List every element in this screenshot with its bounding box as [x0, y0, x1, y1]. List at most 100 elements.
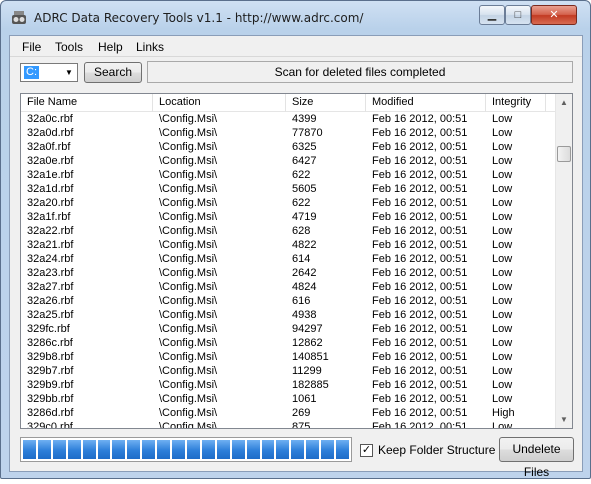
search-button[interactable]: Search: [84, 62, 142, 83]
table-row[interactable]: 32a23.rbf \Config.Msi\ 2642 Feb 16 2012, 00…: [21, 266, 556, 280]
column-header-file-name[interactable]: File Name: [21, 94, 153, 112]
column-header-location[interactable]: Location: [153, 94, 286, 112]
location-cell: \Config.Msi\: [159, 183, 218, 195]
file-name-cell: 32a26.rbf: [27, 295, 74, 307]
undelete-button[interactable]: Undelete Files: [499, 437, 574, 479]
menu-tools[interactable]: Tools: [55, 40, 83, 54]
progress-segment: [37, 440, 51, 459]
size-cell: 269: [292, 407, 311, 419]
modified-cell: Feb 16 2012, 00:51: [372, 113, 468, 125]
menu-links[interactable]: Links: [136, 40, 164, 54]
menu-bar: File Tools Help Links: [10, 36, 582, 56]
progress-fill: [23, 440, 349, 459]
drive-select[interactable]: C: ▼: [20, 63, 78, 82]
integrity-cell: Low: [492, 127, 513, 139]
size-cell: 4824: [292, 281, 317, 293]
progress-segment: [201, 440, 215, 459]
title-bar[interactable]: ADRC Data Recovery Tools v1.1 - http://w…: [1, 1, 590, 35]
table-row[interactable]: 32a21.rbf \Config.Msi\ 4822 Feb 16 2012, 00…: [21, 238, 556, 252]
integrity-cell: Low: [492, 239, 513, 251]
maximize-button[interactable]: □: [505, 5, 531, 25]
column-header-integrity[interactable]: Integrity: [486, 94, 546, 112]
close-button[interactable]: ✕: [531, 5, 577, 25]
vertical-scrollbar[interactable]: ▲ ▼: [555, 94, 572, 428]
menu-help[interactable]: Help: [98, 40, 123, 54]
table-row[interactable]: 32a1f.rbf \Config.Msi\ 4719 Feb 16 2012, 00…: [21, 210, 556, 224]
progress-segment: [261, 440, 275, 459]
table-row[interactable]: 32a0c.rbf \Config.Msi\ 4399 Feb 16 2012, 00…: [21, 112, 556, 126]
modified-cell: Feb 16 2012, 00:51: [372, 309, 468, 321]
scroll-thumb[interactable]: [557, 146, 571, 162]
integrity-cell: Low: [492, 183, 513, 195]
modified-cell: Feb 16 2012, 00:51: [372, 211, 468, 223]
file-name-cell: 32a20.rbf: [27, 197, 74, 209]
integrity-cell: Low: [492, 337, 513, 349]
table-row[interactable]: 329b9.rbf \Config.Msi\ 182885 Feb 16 2012, …: [21, 378, 556, 392]
table-row[interactable]: 32a0f.rbf \Config.Msi\ 6325 Feb 16 2012, 00…: [21, 140, 556, 154]
file-name-cell: 32a23.rbf: [27, 267, 74, 279]
keep-folder-checkbox[interactable]: ✓: [360, 444, 373, 457]
file-list[interactable]: File Name Location Size Modified Integri…: [20, 93, 573, 429]
table-row[interactable]: 329fc.rbf \Config.Msi\ 94297 Feb 16 2012, 0…: [21, 322, 556, 336]
keep-folder-label[interactable]: Keep Folder Structure: [378, 443, 495, 457]
table-row[interactable]: 32a0d.rbf \Config.Msi\ 77870 Feb 16 2012, 0…: [21, 126, 556, 140]
table-row[interactable]: 329bb.rbf \Config.Msi\ 1061 Feb 16 2012, 00…: [21, 392, 556, 406]
integrity-cell: Low: [492, 295, 513, 307]
table-row[interactable]: 329b8.rbf \Config.Msi\ 140851 Feb 16 2012, …: [21, 350, 556, 364]
table-row[interactable]: 32a1d.rbf \Config.Msi\ 5605 Feb 16 2012, 00…: [21, 182, 556, 196]
table-row[interactable]: 32a25.rbf \Config.Msi\ 4938 Feb 16 2012, 00…: [21, 308, 556, 322]
list-rows: 32a0c.rbf \Config.Msi\ 4399 Feb 16 2012, 00…: [21, 112, 556, 428]
column-header-modified[interactable]: Modified: [366, 94, 486, 112]
table-row[interactable]: 32a26.rbf \Config.Msi\ 616 Feb 16 2012, 00:…: [21, 294, 556, 308]
integrity-cell: Low: [492, 155, 513, 167]
table-row[interactable]: 329b7.rbf \Config.Msi\ 11299 Feb 16 2012, 0…: [21, 364, 556, 378]
modified-cell: Feb 16 2012, 00:51: [372, 379, 468, 391]
table-row[interactable]: 32a24.rbf \Config.Msi\ 614 Feb 16 2012, 00:…: [21, 252, 556, 266]
modified-cell: Feb 16 2012, 00:51: [372, 141, 468, 153]
table-row[interactable]: 3286d.rbf \Config.Msi\ 269 Feb 16 2012, 00:…: [21, 406, 556, 420]
table-row[interactable]: 32a27.rbf \Config.Msi\ 4824 Feb 16 2012, 00…: [21, 280, 556, 294]
app-window: ADRC Data Recovery Tools v1.1 - http://w…: [0, 0, 591, 479]
table-row[interactable]: 32a0e.rbf \Config.Msi\ 6427 Feb 16 2012, 00…: [21, 154, 556, 168]
location-cell: \Config.Msi\: [159, 337, 218, 349]
size-cell: 182885: [292, 379, 329, 391]
integrity-cell: Low: [492, 393, 513, 405]
progress-segment: [276, 440, 290, 459]
size-cell: 622: [292, 197, 311, 209]
scroll-down-icon[interactable]: ▼: [556, 411, 572, 428]
modified-cell: Feb 16 2012, 00:51: [372, 365, 468, 377]
table-row[interactable]: 32a22.rbf \Config.Msi\ 628 Feb 16 2012, 00:…: [21, 224, 556, 238]
chevron-down-icon[interactable]: ▼: [61, 64, 77, 81]
size-cell: 94297: [292, 323, 323, 335]
file-name-cell: 329fc.rbf: [27, 323, 70, 335]
progress-segment: [172, 440, 185, 459]
location-cell: \Config.Msi\: [159, 169, 218, 181]
location-cell: \Config.Msi\: [159, 267, 218, 279]
location-cell: \Config.Msi\: [159, 379, 218, 391]
minimize-button[interactable]: ▁: [479, 5, 505, 25]
size-cell: 622: [292, 169, 311, 181]
integrity-cell: Low: [492, 281, 513, 293]
table-row[interactable]: 32a20.rbf \Config.Msi\ 622 Feb 16 2012, 00:…: [21, 196, 556, 210]
file-name-cell: 32a22.rbf: [27, 225, 74, 237]
scroll-up-icon[interactable]: ▲: [556, 94, 572, 111]
size-cell: 1061: [292, 393, 317, 405]
modified-cell: Feb 16 2012, 00:51: [372, 393, 468, 405]
status-text: Scan for deleted files completed: [147, 61, 573, 83]
file-name-cell: 32a1f.rbf: [27, 211, 71, 223]
modified-cell: Feb 16 2012, 00:51: [372, 183, 468, 195]
check-icon: ✓: [361, 444, 372, 456]
integrity-cell: Low: [492, 309, 513, 321]
table-row[interactable]: 3286c.rbf \Config.Msi\ 12862 Feb 16 2012, 0…: [21, 336, 556, 350]
table-row[interactable]: 32a1e.rbf \Config.Msi\ 622 Feb 16 2012, 00:…: [21, 168, 556, 182]
integrity-cell: Low: [492, 169, 513, 181]
menu-file[interactable]: File: [22, 40, 41, 54]
file-name-cell: 32a1d.rbf: [27, 183, 74, 195]
integrity-cell: Low: [492, 323, 513, 335]
file-name-cell: 32a1e.rbf: [27, 169, 74, 181]
integrity-cell: Low: [492, 267, 513, 279]
column-header-size[interactable]: Size: [286, 94, 366, 112]
location-cell: \Config.Msi\: [159, 239, 218, 251]
size-cell: 628: [292, 225, 311, 237]
table-row[interactable]: 329c0.rbf \Config.Msi\ 875 Feb 16 2012, 00:…: [21, 420, 556, 428]
